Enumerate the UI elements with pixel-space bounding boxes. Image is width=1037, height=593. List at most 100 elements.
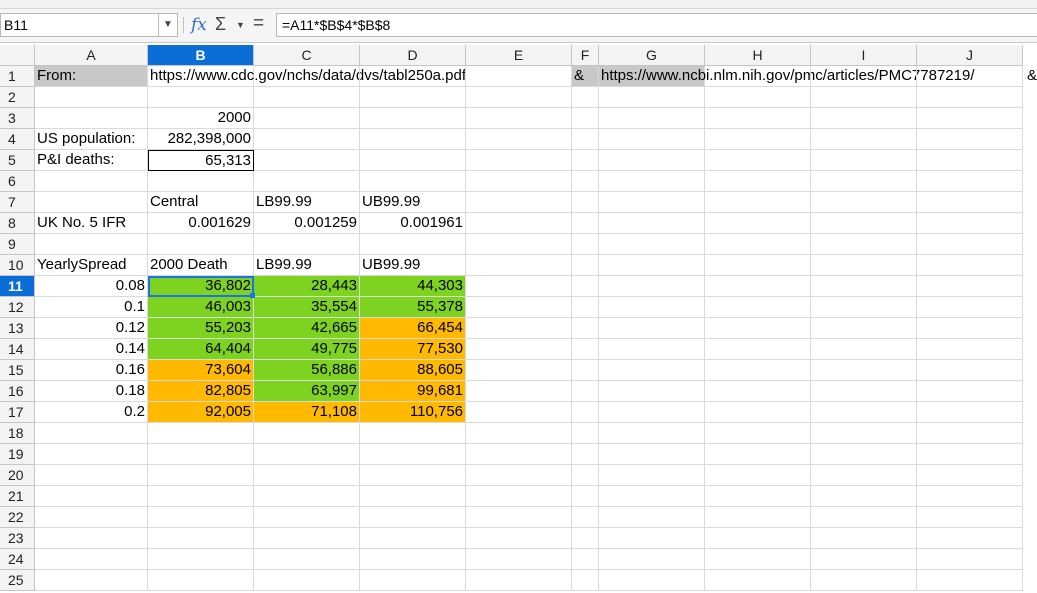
row-header-14[interactable]: 14 bbox=[0, 339, 35, 360]
cell-j10[interactable] bbox=[917, 255, 1023, 276]
cell-g14[interactable] bbox=[599, 339, 705, 360]
cell-a18[interactable] bbox=[35, 423, 148, 444]
cell-h3[interactable] bbox=[705, 108, 811, 129]
cell-b15[interactable]: 73,604 bbox=[148, 360, 254, 381]
cell-e19[interactable] bbox=[466, 444, 572, 465]
cell-j2[interactable] bbox=[917, 87, 1023, 108]
cell-a1[interactable]: From: bbox=[35, 66, 148, 87]
cell-f16[interactable] bbox=[572, 381, 599, 402]
cell-d25[interactable] bbox=[360, 570, 466, 591]
row-header-18[interactable]: 18 bbox=[0, 423, 35, 444]
row-header-20[interactable]: 20 bbox=[0, 465, 35, 486]
cell-g24[interactable] bbox=[599, 549, 705, 570]
cell-f22[interactable] bbox=[572, 507, 599, 528]
cell-b14[interactable]: 64,404 bbox=[148, 339, 254, 360]
column-header-e[interactable]: E bbox=[466, 45, 572, 66]
cell-d16[interactable]: 99,681 bbox=[360, 381, 466, 402]
cell-f1[interactable]: & bbox=[572, 66, 599, 87]
cell-g6[interactable] bbox=[599, 171, 705, 192]
cell-j17[interactable] bbox=[917, 402, 1023, 423]
cell-g21[interactable] bbox=[599, 486, 705, 507]
cell-c8[interactable]: 0.001259 bbox=[254, 213, 360, 234]
cell-c6[interactable] bbox=[254, 171, 360, 192]
cell-c19[interactable] bbox=[254, 444, 360, 465]
cell-g23[interactable] bbox=[599, 528, 705, 549]
cell-e17[interactable] bbox=[466, 402, 572, 423]
cell-d3[interactable] bbox=[360, 108, 466, 129]
cell-i16[interactable] bbox=[811, 381, 917, 402]
cell-d10[interactable]: UB99.99 bbox=[360, 255, 466, 276]
cell-h12[interactable] bbox=[705, 297, 811, 318]
cell-b17[interactable]: 92,005 bbox=[148, 402, 254, 423]
function-wizard-icon[interactable]: fx bbox=[191, 15, 207, 35]
cell-e4[interactable] bbox=[466, 129, 572, 150]
cell-c13[interactable]: 42,665 bbox=[254, 318, 360, 339]
cell-f23[interactable] bbox=[572, 528, 599, 549]
cell-a17[interactable]: 0.2 bbox=[35, 402, 148, 423]
cell-f15[interactable] bbox=[572, 360, 599, 381]
cell-a7[interactable] bbox=[35, 192, 148, 213]
cell-e1[interactable] bbox=[466, 66, 572, 87]
row-header-21[interactable]: 21 bbox=[0, 486, 35, 507]
cell-b12[interactable]: 46,003 bbox=[148, 297, 254, 318]
cell-g25[interactable] bbox=[599, 570, 705, 591]
cell-f21[interactable] bbox=[572, 486, 599, 507]
cell-c4[interactable] bbox=[254, 129, 360, 150]
cell-c24[interactable] bbox=[254, 549, 360, 570]
cell-j9[interactable] bbox=[917, 234, 1023, 255]
cell-g16[interactable] bbox=[599, 381, 705, 402]
cell-i25[interactable] bbox=[811, 570, 917, 591]
cell-j21[interactable] bbox=[917, 486, 1023, 507]
cell-c21[interactable] bbox=[254, 486, 360, 507]
cell-c15[interactable]: 56,886 bbox=[254, 360, 360, 381]
cell-j14[interactable] bbox=[917, 339, 1023, 360]
cell-e21[interactable] bbox=[466, 486, 572, 507]
cell-i4[interactable] bbox=[811, 129, 917, 150]
cell-b21[interactable] bbox=[148, 486, 254, 507]
cell-f24[interactable] bbox=[572, 549, 599, 570]
cell-b20[interactable] bbox=[148, 465, 254, 486]
cell-h13[interactable] bbox=[705, 318, 811, 339]
cell-f19[interactable] bbox=[572, 444, 599, 465]
cell-b16[interactable]: 82,805 bbox=[148, 381, 254, 402]
cell-c20[interactable] bbox=[254, 465, 360, 486]
cell-c17[interactable]: 71,108 bbox=[254, 402, 360, 423]
cell-i12[interactable] bbox=[811, 297, 917, 318]
cell-h24[interactable] bbox=[705, 549, 811, 570]
cell-i21[interactable] bbox=[811, 486, 917, 507]
cell-g1[interactable]: https://www.ncbi.nlm.nih.gov/pmc/article… bbox=[599, 66, 975, 87]
cell-b23[interactable] bbox=[148, 528, 254, 549]
cell-f8[interactable] bbox=[572, 213, 599, 234]
cell-h14[interactable] bbox=[705, 339, 811, 360]
cell-i9[interactable] bbox=[811, 234, 917, 255]
column-header-c[interactable]: C bbox=[254, 45, 360, 66]
row-header-3[interactable]: 3 bbox=[0, 108, 35, 129]
cell-a8[interactable]: UK No. 5 IFR bbox=[35, 213, 148, 234]
cell-e6[interactable] bbox=[466, 171, 572, 192]
name-box-dropdown-icon[interactable]: ▼ bbox=[158, 13, 178, 37]
cell-d12[interactable]: 55,378 bbox=[360, 297, 466, 318]
cell-e9[interactable] bbox=[466, 234, 572, 255]
cell-c12[interactable]: 35,554 bbox=[254, 297, 360, 318]
cell-j11[interactable] bbox=[917, 276, 1023, 297]
cell-e16[interactable] bbox=[466, 381, 572, 402]
cell-e23[interactable] bbox=[466, 528, 572, 549]
column-header-h[interactable]: H bbox=[705, 45, 811, 66]
cell-f3[interactable] bbox=[572, 108, 599, 129]
cell-b25[interactable] bbox=[148, 570, 254, 591]
cell-a22[interactable] bbox=[35, 507, 148, 528]
cell-g7[interactable] bbox=[599, 192, 705, 213]
cell-e7[interactable] bbox=[466, 192, 572, 213]
cell-c9[interactable] bbox=[254, 234, 360, 255]
cell-d17[interactable]: 110,756 bbox=[360, 402, 466, 423]
cell-j22[interactable] bbox=[917, 507, 1023, 528]
cell-h7[interactable] bbox=[705, 192, 811, 213]
cell-f10[interactable] bbox=[572, 255, 599, 276]
cell-d21[interactable] bbox=[360, 486, 466, 507]
cell-c11[interactable]: 28,443 bbox=[254, 276, 360, 297]
column-header-i[interactable]: I bbox=[811, 45, 917, 66]
cell-j24[interactable] bbox=[917, 549, 1023, 570]
fill-handle[interactable] bbox=[250, 293, 255, 298]
cell-a23[interactable] bbox=[35, 528, 148, 549]
row-header-23[interactable]: 23 bbox=[0, 528, 35, 549]
